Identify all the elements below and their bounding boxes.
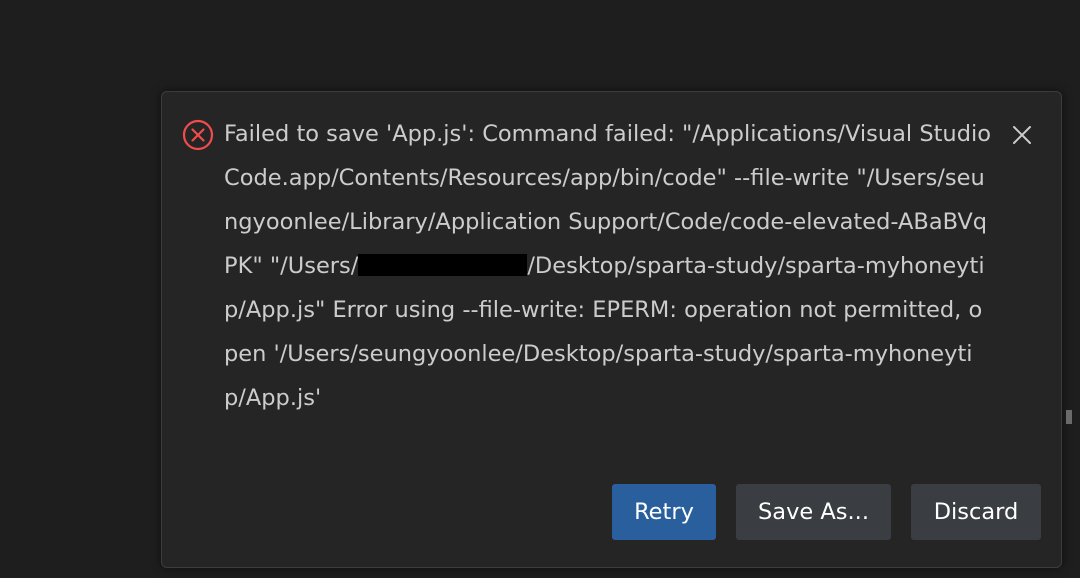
retry-button[interactable]: Retry (612, 484, 716, 540)
close-icon[interactable] (1007, 120, 1037, 150)
scrollbar-thumb[interactable] (1066, 410, 1072, 424)
notification-message: Failed to save 'App.js': Command failed:… (224, 112, 994, 420)
save-as-button[interactable]: Save As... (736, 484, 891, 540)
editor-background: Failed to save 'App.js': Command failed:… (0, 0, 1080, 578)
redacted-username (358, 254, 528, 276)
discard-button[interactable]: Discard (911, 484, 1041, 540)
notification-actions: Retry Save As... Discard (612, 484, 1041, 540)
error-notification: Failed to save 'App.js': Command failed:… (161, 91, 1062, 568)
error-icon (182, 119, 214, 151)
